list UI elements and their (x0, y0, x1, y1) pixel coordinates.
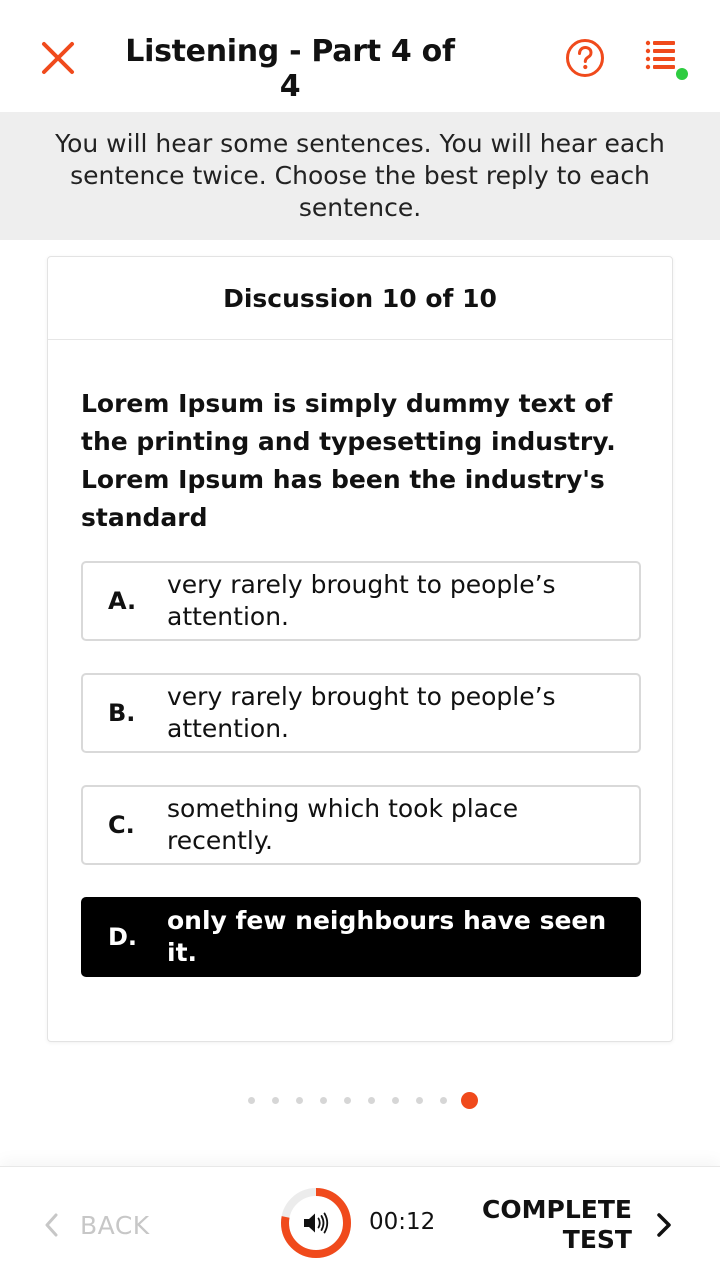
option-a[interactable]: A. very rarely brought to people’s atten… (81, 561, 641, 641)
complete-test-button[interactable]: COMPLETE TEST (470, 1195, 680, 1255)
option-d[interactable]: D. only few neighbours have seen it. (81, 897, 641, 977)
pagination-dot-active[interactable] (460, 1091, 478, 1109)
pagination-dot[interactable] (440, 1096, 448, 1104)
pagination-dots (0, 1090, 720, 1110)
option-text: only few neighbours have seen it. (167, 906, 607, 967)
timer: 00:12 (369, 1209, 436, 1235)
top-bar: Listening - Part 4 of 4 (0, 0, 720, 112)
pagination-dot[interactable] (392, 1096, 400, 1104)
back-button[interactable]: BACK (44, 1205, 150, 1245)
close-button[interactable] (36, 36, 80, 80)
question-text: Lorem Ipsum is simply dummy text of the … (81, 389, 616, 532)
back-label: BACK (80, 1210, 150, 1240)
audio-play-button[interactable] (278, 1185, 354, 1261)
pagination-dot[interactable] (344, 1096, 352, 1104)
audio-progress-ring (281, 1188, 351, 1258)
bottom-bar: BACK 00:12 COMPLETE TEST (0, 1166, 720, 1280)
instructions-banner: You will hear some sentences. You will h… (0, 112, 720, 240)
complete-label: COMPLETE TEST (462, 1195, 632, 1255)
status-dot (676, 68, 688, 80)
complete-label-line2: TEST (562, 1225, 632, 1254)
pagination-dot[interactable] (368, 1096, 376, 1104)
close-icon (42, 42, 74, 74)
help-circle-icon (566, 39, 604, 77)
option-text: very rarely brought to people’s attentio… (167, 570, 556, 631)
question-list-button[interactable] (643, 38, 691, 82)
option-letter: A. (108, 587, 137, 615)
option-text: very rarely brought to people’s attentio… (167, 682, 556, 743)
option-letter: C. (108, 811, 135, 839)
complete-label-line1: COMPLETE (482, 1195, 632, 1224)
help-button[interactable] (563, 36, 607, 80)
card-header: Discussion 10 of 10 (48, 257, 672, 340)
pagination-dot[interactable] (296, 1096, 304, 1104)
question-card: Discussion 10 of 10 Lorem Ipsum is simpl… (47, 256, 673, 1042)
option-letter: B. (108, 699, 136, 727)
option-text: something which took place recently. (167, 794, 519, 855)
chevron-left-icon (45, 1213, 58, 1237)
question-list-icon (645, 40, 688, 80)
option-letter: D. (108, 923, 138, 951)
pagination-dot[interactable] (248, 1096, 256, 1104)
pagination-dot[interactable] (320, 1096, 328, 1104)
pagination-dot[interactable] (416, 1096, 424, 1104)
page-title: Listening - Part 4 of 4 (125, 34, 455, 104)
option-b[interactable]: B. very rarely brought to people’s atten… (81, 673, 641, 753)
speaker-icon (304, 1212, 329, 1234)
chevron-right-icon (657, 1213, 671, 1237)
pagination-dot[interactable] (272, 1096, 280, 1104)
option-c[interactable]: C. something which took place recently. (81, 785, 641, 865)
